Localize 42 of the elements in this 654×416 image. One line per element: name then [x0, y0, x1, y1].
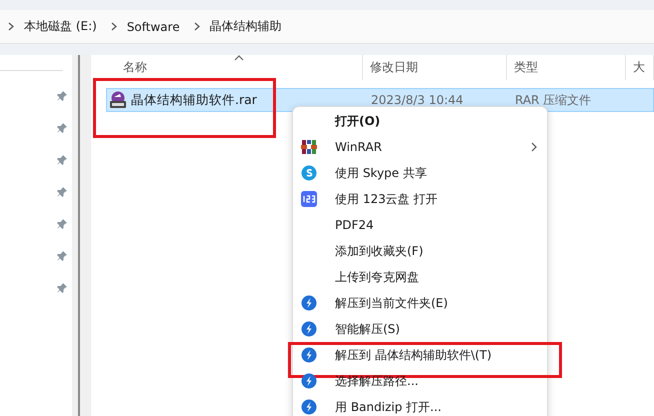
pin-icon[interactable]: [56, 122, 68, 134]
pin-icon[interactable]: [56, 90, 68, 102]
menu-item[interactable]: 解压到当前文件夹(E): [293, 290, 547, 316]
menu-item[interactable]: 使用 123云盘 打开: [293, 186, 547, 212]
breadcrumb-item[interactable]: 晶体结构辅助: [210, 18, 282, 35]
archive-file-icon: [109, 91, 127, 109]
chevron-icon: [110, 22, 117, 31]
menu-item[interactable]: 智能解压(S): [293, 316, 547, 342]
pin-icon[interactable]: [56, 154, 68, 166]
file-name: 晶体结构辅助软件.rar: [131, 92, 257, 108]
lightning-icon: [301, 295, 317, 311]
breadcrumb-item[interactable]: 本地磁盘 (E:): [24, 18, 97, 35]
app-icon: [301, 191, 317, 207]
chevron-icon: [8, 22, 14, 31]
pin-icon[interactable]: [56, 282, 68, 294]
menu-item[interactable]: WinRAR: [293, 134, 547, 160]
file-type: RAR 压缩文件: [514, 92, 592, 108]
menu-item[interactable]: 上传到夸克网盘: [293, 264, 547, 290]
menu-item[interactable]: 使用 Skype 共享: [293, 160, 547, 186]
sort-caret-icon: [234, 55, 244, 61]
modified-date: 2023/8/3 10:44: [370, 93, 464, 107]
skype-icon: [301, 165, 317, 181]
address-bar[interactable]: 本地磁盘 (E:) Software 晶体结构辅助: [0, 10, 654, 44]
books-icon: [301, 139, 317, 155]
lightning-icon: [301, 347, 317, 363]
breadcrumb-item[interactable]: Software: [126, 20, 180, 34]
lightning-icon: [301, 321, 317, 337]
pin-icon[interactable]: [56, 218, 68, 230]
menu-item[interactable]: 选择解压路径...: [293, 368, 547, 394]
chevron-icon: [194, 22, 200, 31]
menu-item[interactable]: 用 Bandizip 打开...: [293, 394, 547, 416]
menu-item[interactable]: 添加到收藏夹(F): [293, 238, 547, 264]
menu-item[interactable]: 解压到 晶体结构辅助软件\(T): [293, 342, 547, 368]
column-header[interactable]: 名称: [91, 55, 363, 80]
column-header[interactable]: 修改日期: [363, 55, 507, 80]
scrollbar[interactable]: [72, 55, 90, 416]
lightning-icon: [301, 373, 317, 389]
pin-icon[interactable]: [56, 186, 68, 198]
column-header[interactable]: 大: [626, 55, 654, 80]
column-header[interactable]: 类型: [507, 55, 626, 80]
menu-item[interactable]: PDF24: [293, 212, 547, 238]
pin-icon[interactable]: [56, 250, 68, 262]
